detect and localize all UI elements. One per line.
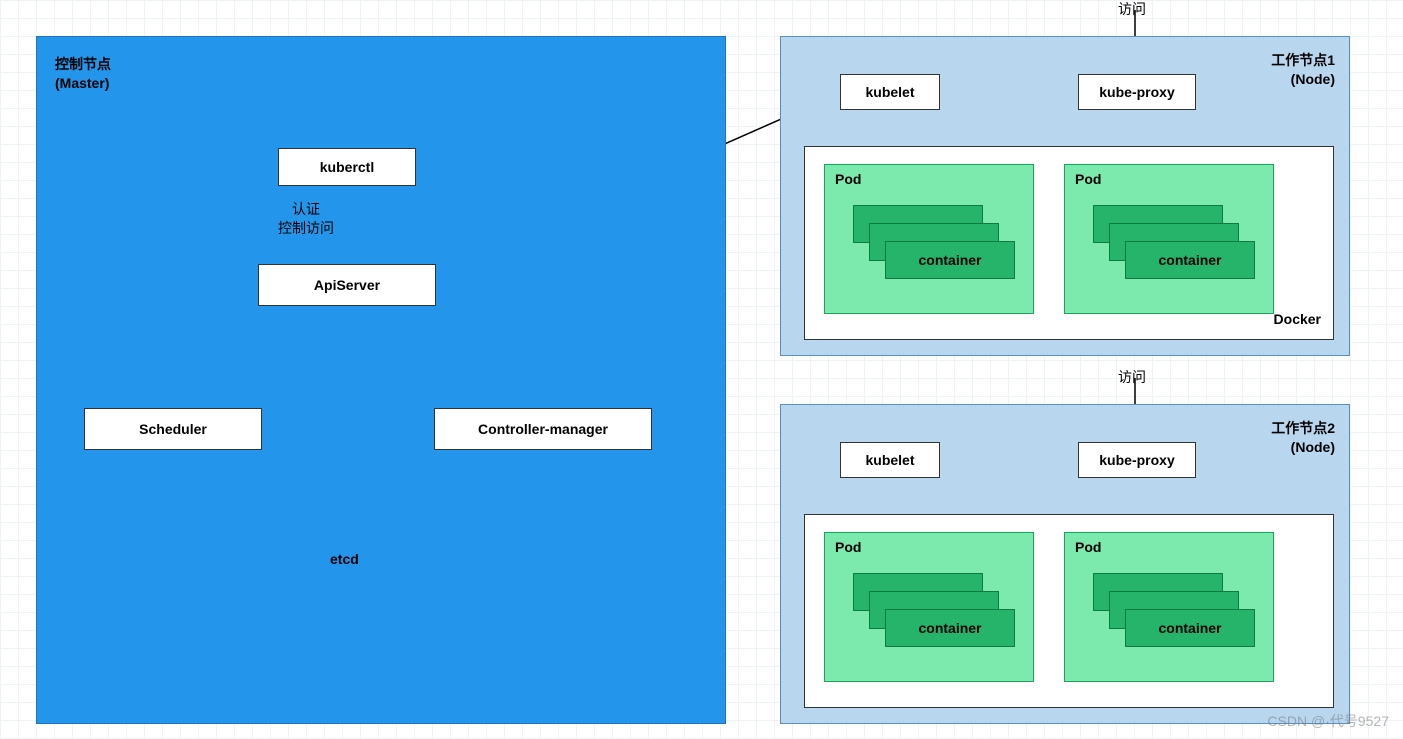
- node2-kubelet: kubelet: [840, 442, 940, 478]
- node2-pod2-label: Pod: [1075, 539, 1101, 555]
- node2-pod2-ct3: container: [1125, 609, 1255, 647]
- node2-kube-proxy: kube-proxy: [1078, 442, 1196, 478]
- node2-title: 工作节点2 (Node): [1271, 419, 1335, 457]
- node2-pod1-label: Pod: [835, 539, 861, 555]
- node2-pod1-ct3: container: [885, 609, 1015, 647]
- access-label-1: 访问: [1118, 0, 1146, 19]
- master-panel: 控制节点 (Master): [36, 36, 726, 724]
- node1-pod1-label: Pod: [835, 171, 861, 187]
- node2-pod-2: Pod container: [1064, 532, 1274, 682]
- node1-kubelet: kubelet: [840, 74, 940, 110]
- node1-docker-label: Docker: [1274, 310, 1321, 329]
- kuberctl-box: kuberctl: [278, 148, 416, 186]
- controller-manager-box: Controller-manager: [434, 408, 652, 450]
- node1-title: 工作节点1 (Node): [1271, 51, 1335, 89]
- scheduler-box: Scheduler: [84, 408, 262, 450]
- node1-pod1-ct3: container: [885, 241, 1015, 279]
- master-title: 控制节点 (Master): [55, 55, 111, 93]
- node1-kube-proxy: kube-proxy: [1078, 74, 1196, 110]
- access-label-2: 访问: [1118, 368, 1146, 387]
- apiserver-box: ApiServer: [258, 264, 436, 306]
- node2-pod-1: Pod container: [824, 532, 1034, 682]
- node1-pod2-ct3: container: [1125, 241, 1255, 279]
- node1-pod-2: Pod container: [1064, 164, 1274, 314]
- node1-pod-1: Pod container: [824, 164, 1034, 314]
- auth-label: 认证 控制访问: [278, 200, 334, 238]
- node1-pod2-label: Pod: [1075, 171, 1101, 187]
- watermark: CSDN @·代号9527: [1267, 711, 1389, 731]
- etcd-label: etcd: [330, 550, 359, 569]
